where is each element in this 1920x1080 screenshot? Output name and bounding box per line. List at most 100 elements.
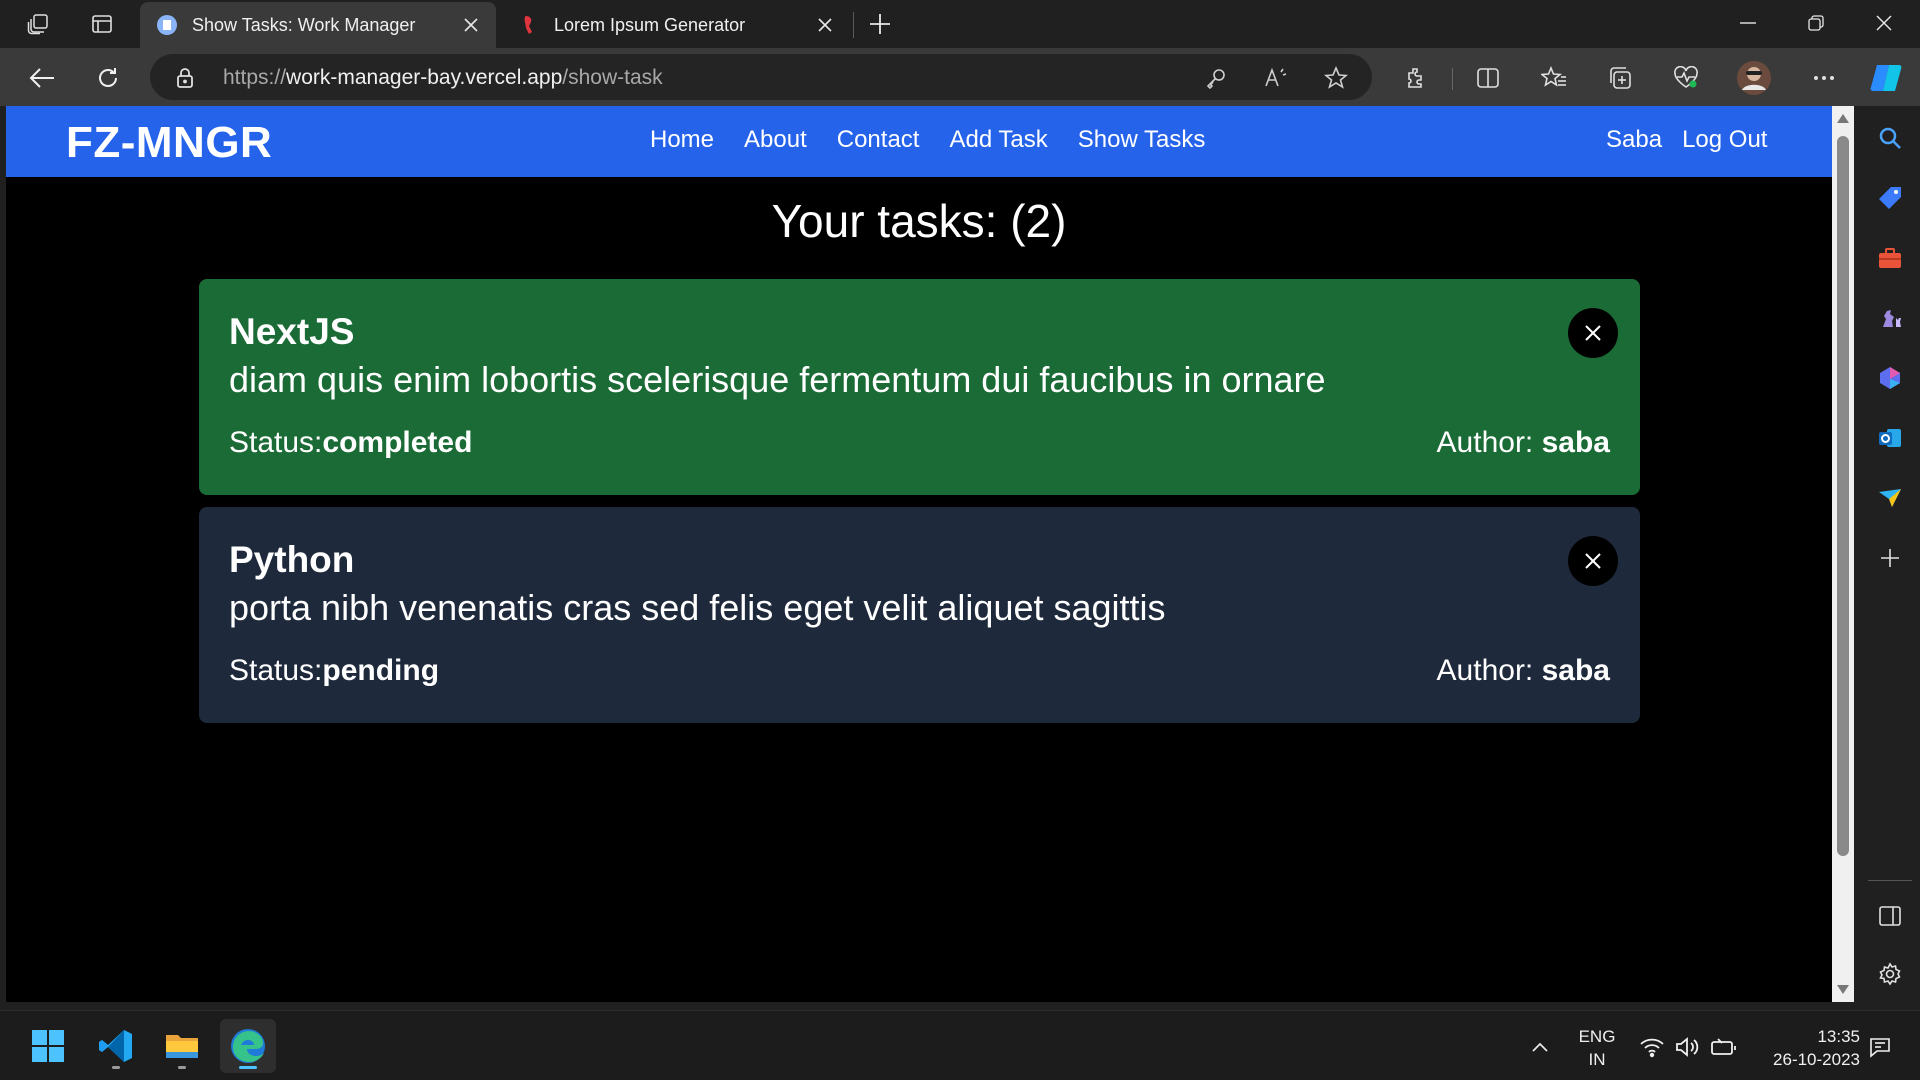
battery-icon[interactable] (1710, 1033, 1738, 1061)
vscode-icon[interactable] (88, 1019, 144, 1073)
browser-tab-bar: Show Tasks: Work Manager Lorem Ipsum Gen… (0, 0, 1920, 48)
notifications-icon[interactable] (1866, 1033, 1894, 1061)
tab-separator (853, 12, 854, 38)
lock-icon[interactable] (176, 67, 194, 89)
more-options-icon[interactable] (1804, 58, 1844, 98)
address-bar[interactable]: https://work-manager-bay.vercel.app/show… (150, 54, 1372, 100)
settings-gear-icon[interactable] (1872, 956, 1908, 992)
split-screen-icon[interactable] (1468, 58, 1508, 98)
logout-link[interactable]: Log Out (1682, 126, 1767, 154)
hide-sidebar-icon[interactable] (1872, 898, 1908, 934)
scrollbar-thumb[interactable] (1837, 136, 1849, 856)
file-explorer-icon[interactable] (154, 1019, 210, 1073)
scroll-up-icon[interactable] (1837, 114, 1849, 123)
page-viewport: FZ-MNGR Home About Contact Add Task Show… (6, 106, 1832, 1002)
close-icon[interactable] (456, 10, 486, 40)
task-author: Author: saba (1437, 426, 1610, 460)
status-value: completed (322, 426, 473, 459)
close-icon (1585, 553, 1601, 569)
tab-title: Lorem Ipsum Generator (554, 14, 746, 35)
key-icon[interactable] (1200, 62, 1232, 94)
author-value: saba (1541, 426, 1610, 459)
microsoft-365-icon[interactable] (1872, 360, 1908, 396)
lorem-favicon-icon (518, 14, 540, 36)
minimize-icon[interactable] (1714, 0, 1782, 46)
extensions-icon[interactable] (1396, 58, 1436, 98)
author-value: saba (1541, 654, 1610, 687)
drop-send-icon[interactable] (1872, 480, 1908, 516)
close-icon (1585, 325, 1601, 341)
url-path: /show-task (562, 66, 663, 89)
user-links: Saba Log Out (1606, 126, 1767, 154)
task-card: Python porta nibh venenatis cras sed fel… (199, 507, 1640, 723)
language-code: ENG (1578, 1027, 1616, 1046)
status-label: Status: (229, 426, 323, 459)
task-status: Status:pending (229, 654, 439, 688)
volume-icon[interactable] (1674, 1033, 1702, 1061)
active-indicator (239, 1066, 257, 1069)
add-plus-icon[interactable] (1872, 540, 1908, 576)
shopping-tag-icon[interactable] (1872, 180, 1908, 216)
task-content: porta nibh venenatis cras sed felis eget… (229, 587, 1166, 628)
globe-favicon-icon (156, 14, 178, 36)
games-chess-icon[interactable] (1872, 300, 1908, 336)
task-title: NextJS (229, 311, 355, 352)
wifi-icon[interactable] (1638, 1033, 1666, 1061)
task-title: Python (229, 539, 355, 580)
nav-show-tasks-link[interactable]: Show Tasks (1078, 126, 1206, 154)
tools-briefcase-icon[interactable] (1872, 240, 1908, 276)
author-label: Author: (1436, 654, 1542, 687)
tab-lorem-ipsum[interactable]: Lorem Ipsum Generator (502, 2, 850, 48)
task-card: NextJS diam quis enim lobortis scelerisq… (199, 279, 1640, 495)
url-scheme: https:// (223, 66, 287, 89)
delete-task-button[interactable] (1568, 536, 1618, 586)
task-status: Status:completed (229, 426, 472, 460)
tab-show-tasks[interactable]: Show Tasks: Work Manager (140, 2, 496, 48)
sidebar-separator (1868, 880, 1912, 881)
read-aloud-icon[interactable] (1260, 62, 1292, 94)
windows-taskbar: ENG IN 13:35 26-10-2023 (0, 1010, 1920, 1080)
task-author: Author: saba (1437, 654, 1610, 688)
nav-home-link[interactable]: Home (650, 126, 714, 154)
favorite-star-icon[interactable] (1320, 62, 1352, 94)
outlook-icon[interactable] (1872, 420, 1908, 456)
url-host: work-manager-bay.vercel.app (286, 66, 563, 89)
delete-task-button[interactable] (1568, 308, 1618, 358)
scroll-down-icon[interactable] (1837, 985, 1849, 994)
url-text[interactable]: https://work-manager-bay.vercel.app/show… (223, 66, 663, 90)
back-arrow-icon[interactable] (22, 58, 62, 98)
user-name-link[interactable]: Saba (1606, 126, 1662, 154)
nav-about-link[interactable]: About (744, 126, 807, 154)
refresh-icon[interactable] (88, 58, 128, 98)
edge-browser-icon[interactable] (220, 1019, 276, 1073)
collections-icon[interactable] (1600, 58, 1640, 98)
page-title: Your tasks: (2) (771, 195, 1067, 247)
copilot-icon[interactable] (1866, 58, 1906, 98)
browser-essentials-icon[interactable] (1666, 58, 1706, 98)
running-indicator (112, 1066, 120, 1069)
restore-icon[interactable] (1782, 0, 1850, 46)
browser-toolbar: https://work-manager-bay.vercel.app/show… (0, 48, 1920, 106)
vertical-scrollbar[interactable] (1832, 106, 1854, 1002)
start-windows-icon[interactable] (20, 1019, 76, 1073)
nav-contact-link[interactable]: Contact (837, 126, 920, 154)
app-navbar: FZ-MNGR Home About Contact Add Task Show… (6, 106, 1832, 177)
clock[interactable]: 13:35 26-10-2023 (1754, 1025, 1860, 1071)
favorites-icon[interactable] (1534, 58, 1574, 98)
tab-actions-icon[interactable] (84, 6, 120, 42)
chevron-up-icon[interactable] (1526, 1033, 1554, 1061)
brand-logo[interactable]: FZ-MNGR (66, 118, 272, 168)
workspaces-icon[interactable] (20, 6, 56, 42)
input-language[interactable]: ENG IN (1572, 1025, 1622, 1071)
toolbar-separator (1452, 68, 1453, 90)
nav-add-task-link[interactable]: Add Task (949, 126, 1047, 154)
window-close-icon[interactable] (1850, 0, 1918, 46)
profile-avatar[interactable] (1734, 58, 1774, 98)
new-tab-plus-icon[interactable] (862, 6, 898, 42)
clock-date: 26-10-2023 (1773, 1050, 1860, 1069)
tab-title: Show Tasks: Work Manager (192, 14, 416, 35)
status-label: Status: (229, 654, 323, 687)
search-icon[interactable] (1872, 120, 1908, 156)
nav-links: Home About Contact Add Task Show Tasks (650, 126, 1205, 154)
close-icon[interactable] (810, 10, 840, 40)
